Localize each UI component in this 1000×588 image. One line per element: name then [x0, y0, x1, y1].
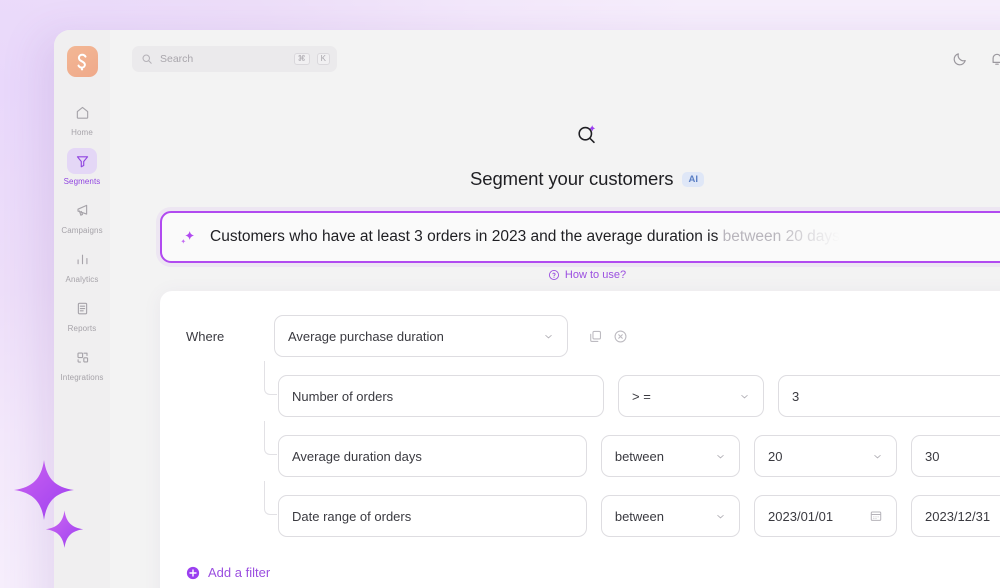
- document-icon: [67, 295, 97, 321]
- where-field-select[interactable]: Average purchase duration: [274, 315, 568, 357]
- sidebar-item-reports[interactable]: Reports: [54, 295, 110, 333]
- sidebar-item-label: Home: [71, 128, 93, 137]
- chevron-down-icon: [741, 394, 748, 398]
- filter-row: Date range of orders between 2023/01/01: [160, 481, 1000, 537]
- where-row-actions: [588, 329, 628, 344]
- chevron-down-icon: [717, 454, 724, 458]
- add-filter-button[interactable]: Add a filter: [160, 555, 1000, 580]
- filter-field-input[interactable]: Average duration days: [278, 435, 587, 477]
- home-icon: [67, 99, 97, 125]
- hero-section: Segment your customers AI Search from pr…: [110, 88, 1000, 224]
- filter-date-from: 2023/01/01: [768, 508, 834, 524]
- funnel-icon: [67, 148, 97, 174]
- ai-badge: AI: [682, 171, 704, 188]
- chevron-down-icon: [874, 454, 881, 458]
- topbar: Search ⌘ K: [110, 30, 1000, 88]
- remove-icon[interactable]: [613, 329, 628, 344]
- sidebar-item-home[interactable]: Home: [54, 99, 110, 137]
- filter-operator-select[interactable]: between: [600, 435, 741, 477]
- prompt-text: Customers who have at least 3 orders in …: [210, 228, 840, 246]
- ai-prompt-bar[interactable]: Customers who have at least 3 orders in …: [160, 211, 1000, 263]
- search-placeholder: Search: [160, 53, 194, 65]
- prompt-text-committed: Customers who have at least 3 orders in …: [210, 228, 723, 245]
- ai-search-sparkle-icon: [110, 122, 1000, 148]
- filter-field-value: Number of orders: [292, 388, 394, 404]
- shortcut-cmd-key: ⌘: [293, 53, 310, 65]
- duplicate-icon[interactable]: [588, 329, 603, 344]
- where-row: Where Average purchase duration: [160, 315, 1000, 357]
- how-to-use-link[interactable]: How to use?: [110, 269, 1000, 281]
- where-label: Where: [186, 328, 225, 344]
- bell-icon[interactable]: [989, 51, 1000, 67]
- sidebar-item-label: Campaigns: [61, 226, 103, 235]
- filter-operator-select[interactable]: > =: [618, 375, 764, 417]
- plus-circle-icon: [186, 566, 200, 579]
- filter-value-from-select[interactable]: 20: [754, 435, 898, 477]
- chevron-down-icon: [717, 514, 724, 518]
- chevron-down-icon: [545, 334, 552, 338]
- filter-operator-value: between: [614, 448, 664, 464]
- how-to-use-label: How to use?: [564, 269, 627, 281]
- filter-field-value: Average duration days: [292, 448, 422, 464]
- question-circle-icon: [548, 269, 559, 281]
- search-icon: [142, 54, 152, 64]
- tree-connector: [264, 361, 277, 395]
- sparkle-icon: [181, 230, 195, 244]
- moon-icon[interactable]: [952, 51, 968, 67]
- sidebar-item-label: Analytics: [65, 275, 99, 284]
- filter-operator-value: between: [614, 508, 664, 524]
- megaphone-icon: [67, 197, 97, 223]
- app-logo[interactable]: [66, 46, 98, 77]
- filter-value-input[interactable]: 3: [778, 375, 1000, 417]
- sidebar-item-campaigns[interactable]: Campaigns: [54, 197, 110, 235]
- filter-field-input[interactable]: Number of orders: [278, 375, 604, 417]
- bar-chart-icon: [67, 246, 97, 272]
- filter-date-from-input[interactable]: 2023/01/01: [754, 495, 898, 537]
- topbar-actions: [952, 51, 1000, 67]
- prompt-text-typing: between 20 days: [722, 228, 840, 245]
- segment-builder-card: Where Average purchase duration Number o…: [160, 291, 1000, 588]
- add-filter-label: Add a filter: [208, 565, 271, 580]
- filter-row: Average duration days between 20 30: [160, 421, 1000, 477]
- shortcut-letter-key: K: [316, 53, 330, 65]
- integrations-icon: [67, 344, 97, 370]
- search-input[interactable]: Search ⌘ K: [132, 46, 337, 72]
- logo-glyph-icon: [77, 53, 87, 70]
- sidebar: Home Segments Campaigns Analytics Report…: [54, 30, 110, 588]
- filter-field-input[interactable]: Date range of orders: [278, 495, 587, 537]
- filter-value-from: 20: [768, 448, 783, 464]
- sidebar-item-integrations[interactable]: Integrations: [54, 344, 110, 382]
- filter-field-value: Date range of orders: [292, 508, 412, 524]
- calendar-icon[interactable]: [869, 509, 883, 523]
- filter-date-to-input[interactable]: 2023/12/31: [911, 495, 1000, 537]
- filter-operator-value: > =: [632, 388, 651, 404]
- sidebar-item-label: Reports: [67, 324, 97, 333]
- app-window: Home Segments Campaigns Analytics Report…: [54, 30, 1000, 588]
- filter-row: Number of orders > = 3: [160, 361, 1000, 417]
- sidebar-item-label: Integrations: [60, 373, 104, 382]
- sidebar-item-label: Segments: [63, 177, 101, 186]
- where-field-value: Average purchase duration: [288, 328, 444, 344]
- filter-operator-select[interactable]: between: [600, 495, 741, 537]
- tree-connector: [264, 421, 277, 455]
- filter-value-to-input[interactable]: 30: [911, 435, 1000, 477]
- sidebar-item-segments[interactable]: Segments: [54, 148, 110, 186]
- filter-value: 3: [792, 388, 800, 404]
- tree-connector: [264, 481, 277, 515]
- sidebar-item-analytics[interactable]: Analytics: [54, 246, 110, 284]
- page-title: Segment your customers: [470, 168, 674, 190]
- filter-date-to: 2023/12/31: [925, 508, 991, 524]
- filter-value-to: 30: [925, 448, 940, 464]
